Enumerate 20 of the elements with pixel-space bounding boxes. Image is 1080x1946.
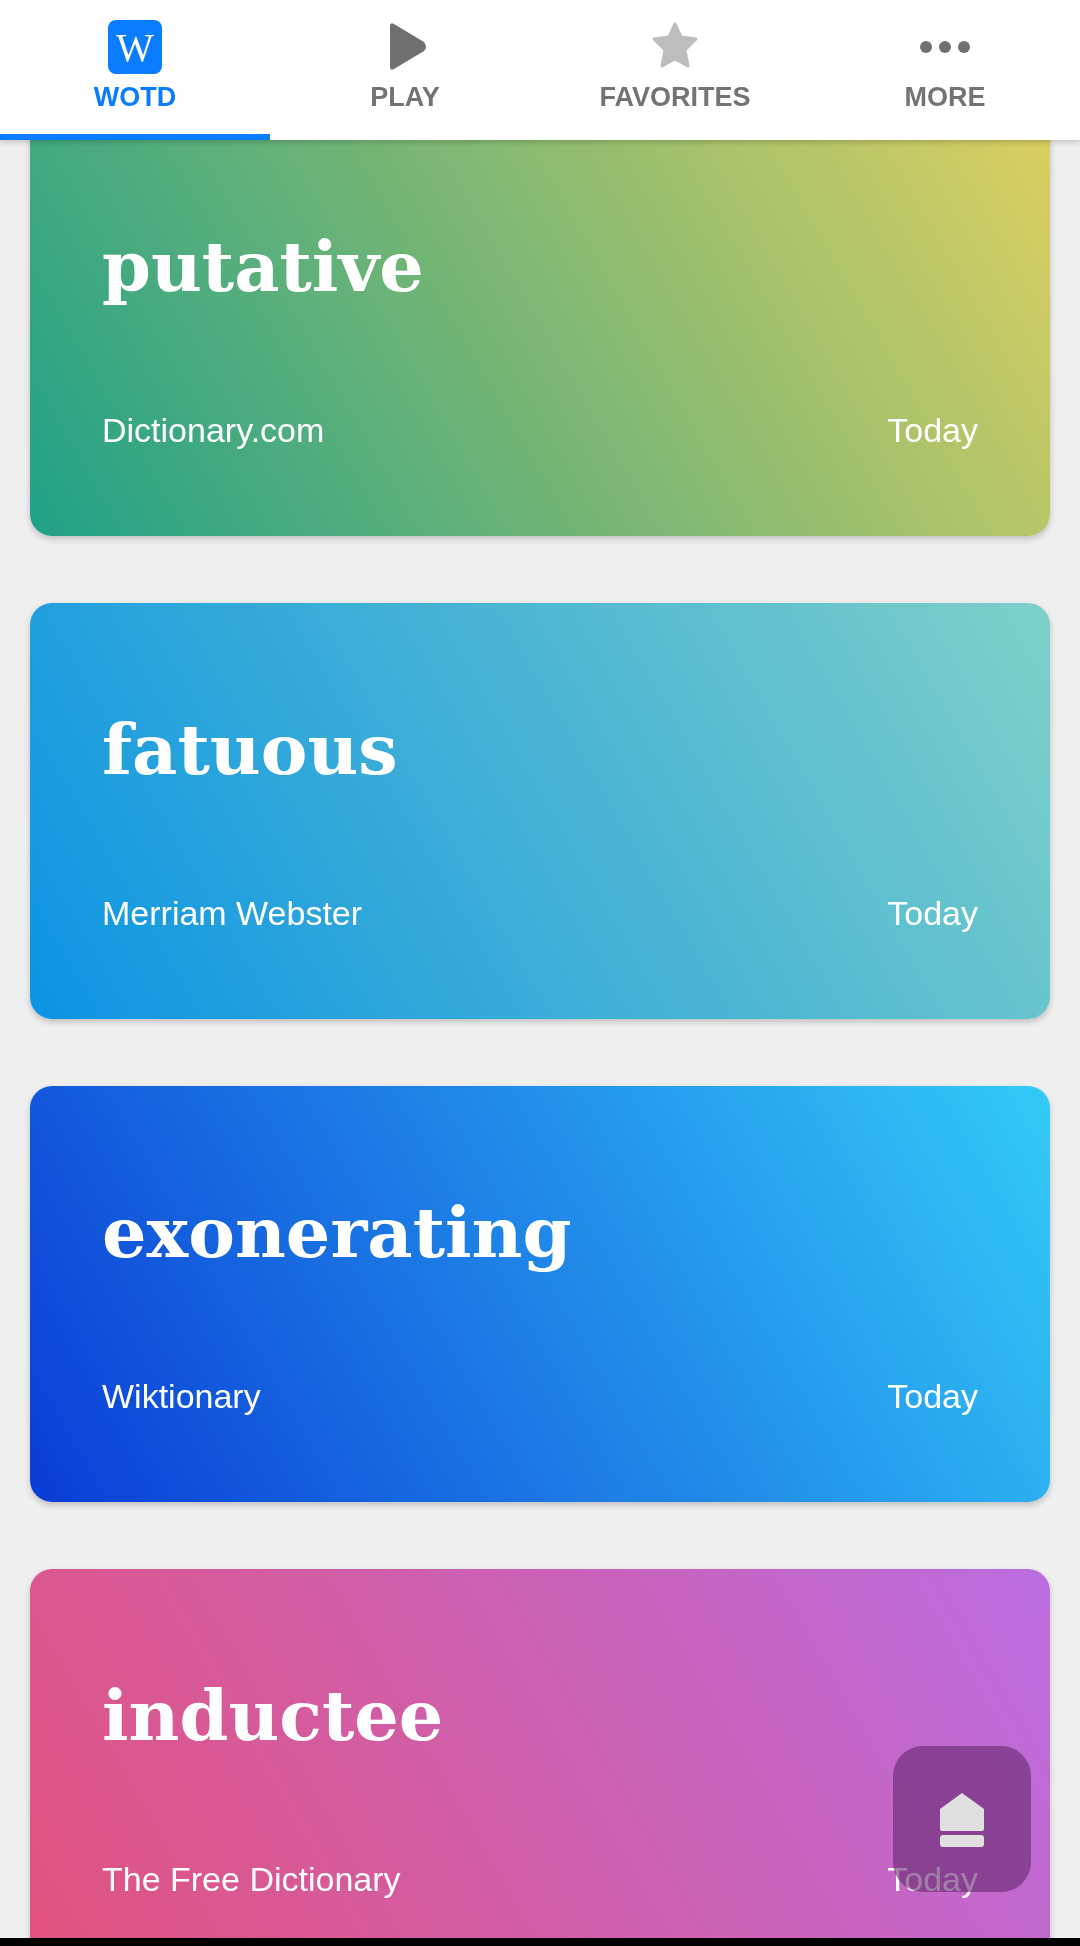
eject-icon — [938, 1791, 986, 1847]
more-icon — [918, 40, 972, 54]
word-title: exonerating — [102, 1190, 573, 1276]
word-card[interactable]: putative Dictionary.com Today — [30, 140, 1050, 536]
source-label: Dictionary.com — [102, 410, 325, 451]
w-logo-icon: W — [108, 20, 162, 74]
tab[interactable]: FAVORITES — [540, 0, 810, 140]
source-label: The Free Dictionary — [102, 1859, 401, 1900]
date-label: Today — [887, 893, 978, 934]
word-title: fatuous — [102, 707, 399, 793]
source-label: Merriam Webster — [102, 893, 363, 934]
tab[interactable]: PLAY — [270, 0, 540, 140]
date-label: Today — [887, 1376, 978, 1417]
word-card[interactable]: fatuous Merriam Webster Today — [30, 603, 1050, 1019]
source-label: Wiktionary — [102, 1376, 261, 1417]
word-title: putative — [102, 224, 425, 310]
tab[interactable]: MORE — [810, 0, 1080, 140]
word-card[interactable]: exonerating Wiktionary Today — [30, 1086, 1050, 1502]
word-title: inductee — [102, 1673, 445, 1759]
date-label: Today — [887, 410, 978, 451]
